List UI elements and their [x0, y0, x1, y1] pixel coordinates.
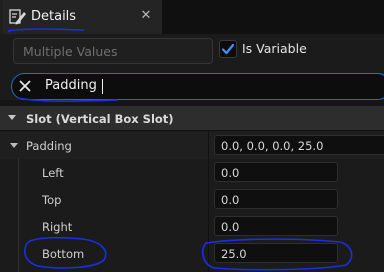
name-field[interactable]: Multiple Values	[13, 38, 213, 64]
clear-search-icon[interactable]	[18, 79, 32, 93]
tab-accent	[0, 0, 3, 34]
tab-title: Details	[31, 9, 77, 24]
chevron-down-icon[interactable]	[10, 143, 18, 148]
checkmark-icon	[221, 43, 235, 55]
text-caret	[102, 79, 103, 94]
padding-right-label: Right	[42, 220, 73, 234]
is-variable-checkbox[interactable]	[219, 40, 237, 58]
search-text: Padding	[45, 78, 97, 93]
is-variable-label: Is Variable	[242, 41, 307, 56]
padding-summary-field[interactable]: 0.0, 0.0, 0.0, 25.0	[214, 135, 384, 155]
padding-label: Padding	[26, 139, 72, 153]
close-icon[interactable]: ✕	[139, 9, 153, 23]
chevron-down-icon[interactable]	[8, 115, 16, 120]
padding-bottom-field[interactable]: 25.0	[214, 243, 338, 263]
tab-details[interactable]: Details ✕	[0, 0, 162, 34]
category-slot-header[interactable]: Slot (Vertical Box Slot)	[0, 106, 384, 131]
padding-top-label: Top	[42, 193, 62, 207]
padding-bottom-label: Bottom	[42, 247, 85, 261]
tab-bar: Details ✕	[0, 0, 384, 34]
details-pencil-icon	[9, 8, 27, 26]
padding-right-field[interactable]: 0.0	[214, 216, 338, 236]
padding-left-label: Left	[42, 166, 64, 180]
tree-indent-line	[18, 158, 19, 272]
category-title: Slot (Vertical Box Slot)	[26, 112, 174, 126]
padding-left-field[interactable]: 0.0	[214, 162, 338, 182]
column-divider[interactable]	[208, 132, 209, 272]
padding-top-field[interactable]: 0.0	[214, 189, 338, 209]
search-input[interactable]: Padding	[11, 73, 384, 100]
